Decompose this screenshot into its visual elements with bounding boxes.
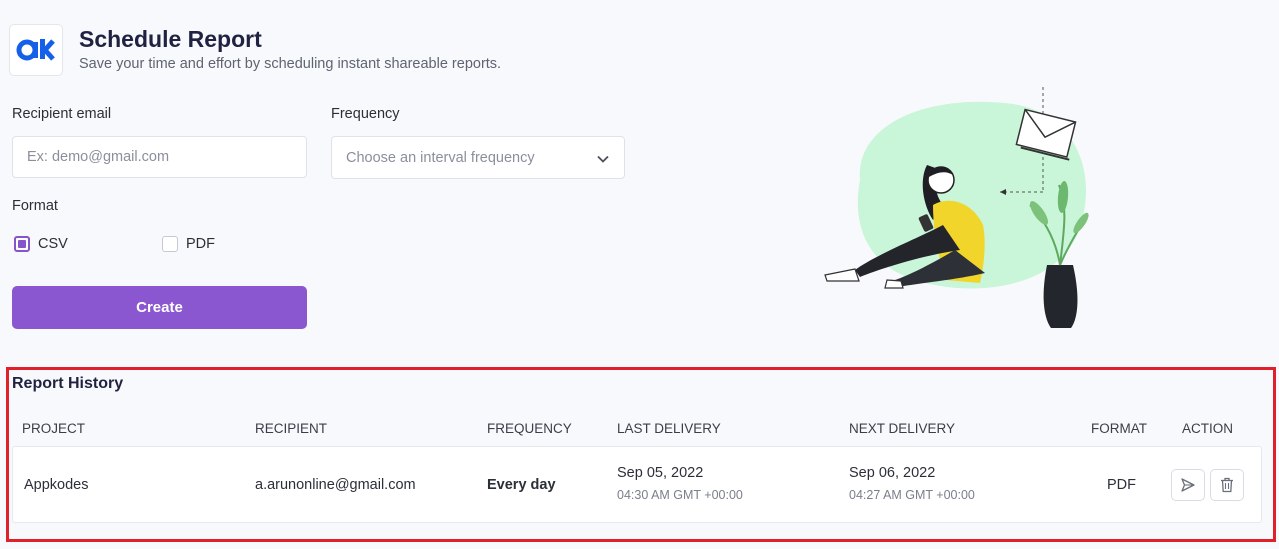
pdf-label: PDF	[186, 236, 215, 252]
report-history-section: Report History PROJECT RECIPIENT FREQUEN…	[6, 367, 1276, 542]
cell-recipient: a.arunonline@gmail.com	[255, 477, 416, 493]
app-logo	[9, 24, 63, 76]
cell-next-delivery-time: 04:27 AM GMT +00:00	[849, 488, 975, 502]
trash-icon	[1221, 477, 1233, 493]
send-report-button[interactable]	[1171, 469, 1205, 501]
column-header-action: ACTION	[1182, 421, 1234, 436]
format-option-pdf[interactable]: PDF	[162, 236, 215, 252]
format-label: Format	[12, 198, 58, 214]
illustration-image	[824, 87, 1089, 328]
page-title: Schedule Report	[79, 26, 262, 52]
column-header-recipient: RECIPIENT	[255, 421, 328, 436]
frequency-placeholder: Choose an interval frequency	[346, 149, 535, 166]
report-history-title: Report History	[12, 375, 124, 392]
appkodes-logo-icon	[16, 39, 55, 61]
create-button[interactable]: Create	[12, 286, 307, 329]
column-header-last-delivery: LAST DELIVERY	[617, 421, 721, 436]
cell-last-delivery-date: Sep 05, 2022	[617, 465, 704, 481]
column-header-frequency: FREQUENCY	[487, 421, 572, 436]
column-header-format: FORMAT	[1091, 421, 1147, 436]
format-option-csv[interactable]: CSV	[14, 236, 68, 252]
column-header-project: PROJECT	[22, 421, 86, 436]
column-header-next-delivery: NEXT DELIVERY	[849, 421, 956, 436]
page-subtitle: Save your time and effort by scheduling …	[79, 56, 502, 72]
table-row: Appkodes a.arunonline@gmail.com Every da…	[12, 446, 1262, 523]
cell-last-delivery-time: 04:30 AM GMT +00:00	[617, 488, 743, 502]
send-icon	[1181, 478, 1195, 492]
cell-project: Appkodes	[24, 477, 89, 493]
delete-report-button[interactable]	[1210, 469, 1244, 501]
pdf-checkbox[interactable]	[162, 236, 178, 252]
recipient-email-input[interactable]: Ex: demo@gmail.com	[12, 136, 307, 178]
csv-label: CSV	[38, 236, 68, 252]
frequency-label: Frequency	[331, 106, 400, 122]
chevron-down-icon	[597, 155, 609, 163]
cell-next-delivery-date: Sep 06, 2022	[849, 465, 936, 481]
frequency-select[interactable]: Choose an interval frequency	[331, 136, 625, 179]
cell-frequency: Every day	[487, 477, 556, 493]
recipient-email-label: Recipient email	[12, 106, 112, 122]
recipient-email-placeholder: Ex: demo@gmail.com	[27, 149, 170, 165]
cell-format: PDF	[1107, 477, 1136, 493]
csv-checkbox[interactable]	[14, 236, 30, 252]
